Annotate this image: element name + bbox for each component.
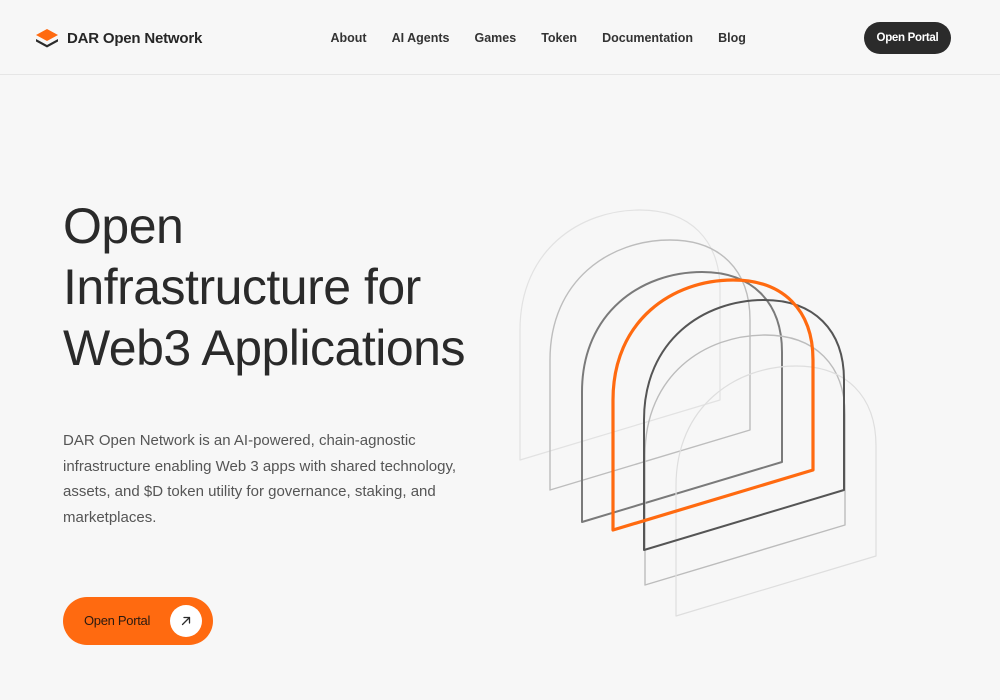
nav-item-games[interactable]: Games <box>474 31 516 45</box>
hero-title-line-1: Open <box>63 198 184 254</box>
nav-item-documentation[interactable]: Documentation <box>602 31 693 45</box>
nav-item-about[interactable]: About <box>331 31 367 45</box>
hero-open-portal-button[interactable]: Open Portal <box>63 597 213 645</box>
arrow-up-right-icon <box>170 605 202 637</box>
main-nav: About AI Agents Games Token Documentatio… <box>318 28 758 48</box>
hero-description: DAR Open Network is an AI-powered, chain… <box>63 432 457 526</box>
hero-artwork <box>519 209 877 617</box>
page: DAR Open Network About AI Agents Games T… <box>0 0 1000 700</box>
hero-title-line-2: Infrastructure for <box>63 259 421 315</box>
brand-logo[interactable]: DAR Open Network <box>34 24 202 52</box>
header-open-portal-button[interactable]: Open Portal <box>864 22 951 54</box>
nav-item-ai-agents[interactable]: AI Agents <box>392 31 450 45</box>
nav-item-token[interactable]: Token <box>541 31 577 45</box>
nav-item-blog[interactable]: Blog <box>718 31 746 45</box>
dar-logo-icon <box>36 29 58 48</box>
hero-title-line-3: Web3 Applications <box>63 320 465 376</box>
brand-name: DAR Open Network <box>67 29 203 47</box>
hero-title: Open Infrastructure for Web3 Application… <box>63 196 533 379</box>
site-header: DAR Open Network About AI Agents Games T… <box>0 0 1000 75</box>
hero-cta-label: Open Portal <box>84 613 151 628</box>
